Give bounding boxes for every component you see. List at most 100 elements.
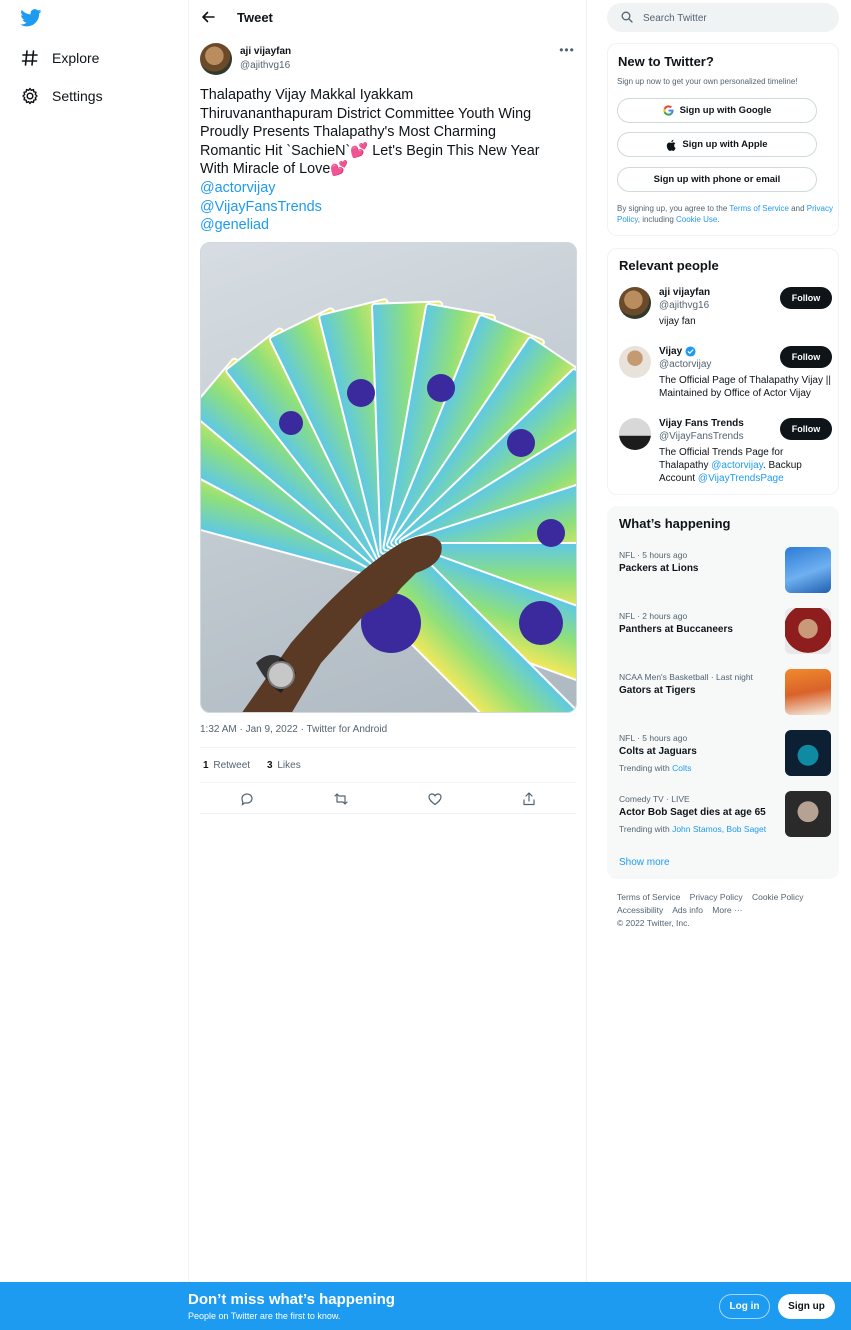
trend-thumbnail: [785, 608, 831, 654]
person-handle[interactable]: @ajithvg16: [659, 300, 709, 311]
gear-icon: [20, 86, 40, 106]
footer-link[interactable]: Accessibility: [617, 905, 663, 915]
avatar[interactable]: [200, 43, 232, 75]
login-button[interactable]: Log in: [719, 1294, 770, 1319]
follow-button[interactable]: Follow: [780, 346, 832, 368]
signup-button[interactable]: Sign up: [778, 1294, 835, 1319]
search-box[interactable]: [607, 3, 839, 32]
signup-apple-label: Sign up with Apple: [682, 139, 768, 150]
likes-stat[interactable]: 3 Likes: [267, 760, 301, 771]
person-name-text: Vijay: [659, 346, 683, 357]
tweet-stats: 1 Retweet 3 Likes: [200, 747, 576, 783]
retweet-icon[interactable]: [333, 791, 349, 807]
person-item[interactable]: Vijay Fans Trends @VijayFansTrends The O…: [619, 418, 834, 488]
whats-happening-card: What’s happening NFL · 5 hours ago Packe…: [607, 506, 839, 879]
person-item[interactable]: aji vijayfan @ajithvg16 vijay fan Follow: [619, 287, 832, 335]
trending-with-link[interactable]: Colts: [672, 763, 691, 773]
terms-link[interactable]: Terms of Service: [729, 204, 789, 213]
like-icon[interactable]: [427, 791, 443, 807]
cookie-link[interactable]: Cookie Use: [676, 215, 717, 224]
signup-phone-label: Sign up with phone or email: [653, 174, 781, 185]
trend-context: NCAA Men's Basketball · Last night: [619, 672, 753, 682]
person-handle[interactable]: @VijayFansTrends: [659, 431, 744, 442]
legal-text: By signing up, you agree to the: [617, 204, 730, 213]
signup-phone-button[interactable]: Sign up with phone or email: [617, 167, 817, 192]
mention-link[interactable]: @actorvijay: [200, 179, 576, 198]
footer-link[interactable]: Terms of Service: [617, 892, 680, 902]
back-arrow-icon[interactable]: [201, 10, 215, 24]
trend-item[interactable]: NFL · 5 hours ago Packers at Lions: [619, 547, 831, 597]
bottom-bar-subtitle: People on Twitter are the first to know.: [188, 1311, 341, 1321]
footer-link[interactable]: More ···: [712, 905, 742, 915]
footer-link[interactable]: Ads info: [672, 905, 703, 915]
person-name[interactable]: aji vijayfan: [659, 287, 710, 298]
tweet-timestamp[interactable]: 1:32 AM · Jan 9, 2022 · Twitter for Andr…: [200, 724, 387, 735]
more-options-icon[interactable]: •••: [558, 44, 576, 59]
trend-item[interactable]: NFL · 2 hours ago Panthers at Buccaneers: [619, 608, 831, 658]
likes-count: 3: [267, 759, 273, 771]
trend-name: Packers at Lions: [619, 563, 699, 574]
whats-happening-title: What’s happening: [619, 516, 731, 531]
person-bio: The Official Trends Page for Thalapathy …: [659, 446, 834, 485]
follow-button[interactable]: Follow: [780, 287, 832, 309]
nav-settings[interactable]: Settings: [20, 81, 103, 111]
tweet-photo[interactable]: [200, 242, 577, 713]
follow-button[interactable]: Follow: [780, 418, 832, 440]
heart-emoji: 💕: [350, 142, 369, 159]
twitter-bird-icon[interactable]: [20, 9, 42, 27]
tweet-text-line: Thiruvananthapuram District Committee Yo…: [200, 105, 532, 122]
trend-thumbnail: [785, 730, 831, 776]
footer-link[interactable]: Privacy Policy: [690, 892, 743, 902]
search-input[interactable]: [643, 10, 823, 26]
trend-thumbnail: [785, 669, 831, 715]
avatar[interactable]: [619, 287, 651, 319]
footer-link[interactable]: Cookie Policy: [752, 892, 804, 902]
trend-context: Comedy TV · LIVE: [619, 794, 690, 804]
relevant-people-card: Relevant people aji vijayfan @ajithvg16 …: [607, 248, 839, 495]
avatar[interactable]: [619, 346, 651, 378]
mention-link[interactable]: @VijayTrendsPage: [698, 473, 784, 484]
avatar[interactable]: [619, 418, 651, 450]
person-name-text: aji vijayfan: [659, 287, 711, 298]
trending-with-label: Trending with: [619, 824, 673, 834]
page-title: Tweet: [237, 10, 273, 25]
apple-icon: [666, 139, 677, 151]
signup-google-label: Sign up with Google: [679, 105, 772, 116]
signup-google-button[interactable]: Sign up with Google: [617, 98, 817, 123]
tweet-author: aji vijayfan @ajithvg16 •••: [200, 43, 576, 77]
author-handle[interactable]: @ajithvg16: [240, 60, 290, 71]
share-icon[interactable]: [521, 791, 537, 807]
person-name[interactable]: Vijay: [659, 346, 696, 357]
trending-with-link[interactable]: John Stamos, Bob Saget: [672, 824, 766, 834]
person-item[interactable]: Vijay @actorvijay The Official Page of T…: [619, 346, 832, 406]
tweet-header: Tweet: [189, 0, 586, 36]
trend-item[interactable]: NCAA Men's Basketball · Last night Gator…: [619, 669, 831, 719]
show-more-link[interactable]: Show more: [619, 857, 670, 868]
tweet-text: Thalapathy Vijay Makkal Iyakkam Thiruvan…: [200, 86, 576, 235]
trend-thumbnail: [785, 791, 831, 837]
trend-name: Actor Bob Saget dies at age 65: [619, 807, 766, 818]
mention-link[interactable]: @actorvijay: [711, 460, 763, 471]
trend-name: Gators at Tigers: [619, 685, 696, 696]
person-handle[interactable]: @actorvijay: [659, 359, 711, 370]
person-bio: vijay fan: [659, 316, 696, 327]
tweet-text-line: Proudly Presents Thalapathy's Most Charm…: [200, 124, 497, 141]
retweet-stat[interactable]: 1 Retweet: [203, 760, 250, 771]
author-name[interactable]: aji vijayfan: [240, 46, 291, 57]
trend-trending-with: Trending with John Stamos, Bob Saget: [619, 824, 766, 834]
mention-link[interactable]: @geneliad: [200, 216, 576, 235]
reply-icon[interactable]: [239, 791, 255, 807]
signup-apple-button[interactable]: Sign up with Apple: [617, 132, 817, 157]
trend-item[interactable]: Comedy TV · LIVE Actor Bob Saget dies at…: [619, 791, 831, 841]
signup-legal-text: By signing up, you agree to the Terms of…: [617, 204, 833, 225]
trend-name: Colts at Jaguars: [619, 746, 697, 757]
nav-explore-label: Explore: [52, 50, 100, 66]
legal-text: .: [717, 214, 720, 224]
trend-item[interactable]: NFL · 5 hours ago Colts at Jaguars Trend…: [619, 730, 831, 780]
tweet-text-fragment: Romantic Hit `SachieN`: [200, 142, 351, 159]
tickets-fan-illustration: [201, 298, 576, 712]
trend-context: NFL · 5 hours ago: [619, 733, 688, 743]
mention-link[interactable]: @VijayFansTrends: [200, 198, 576, 217]
nav-explore[interactable]: Explore: [20, 43, 99, 73]
person-name[interactable]: Vijay Fans Trends: [659, 418, 744, 429]
